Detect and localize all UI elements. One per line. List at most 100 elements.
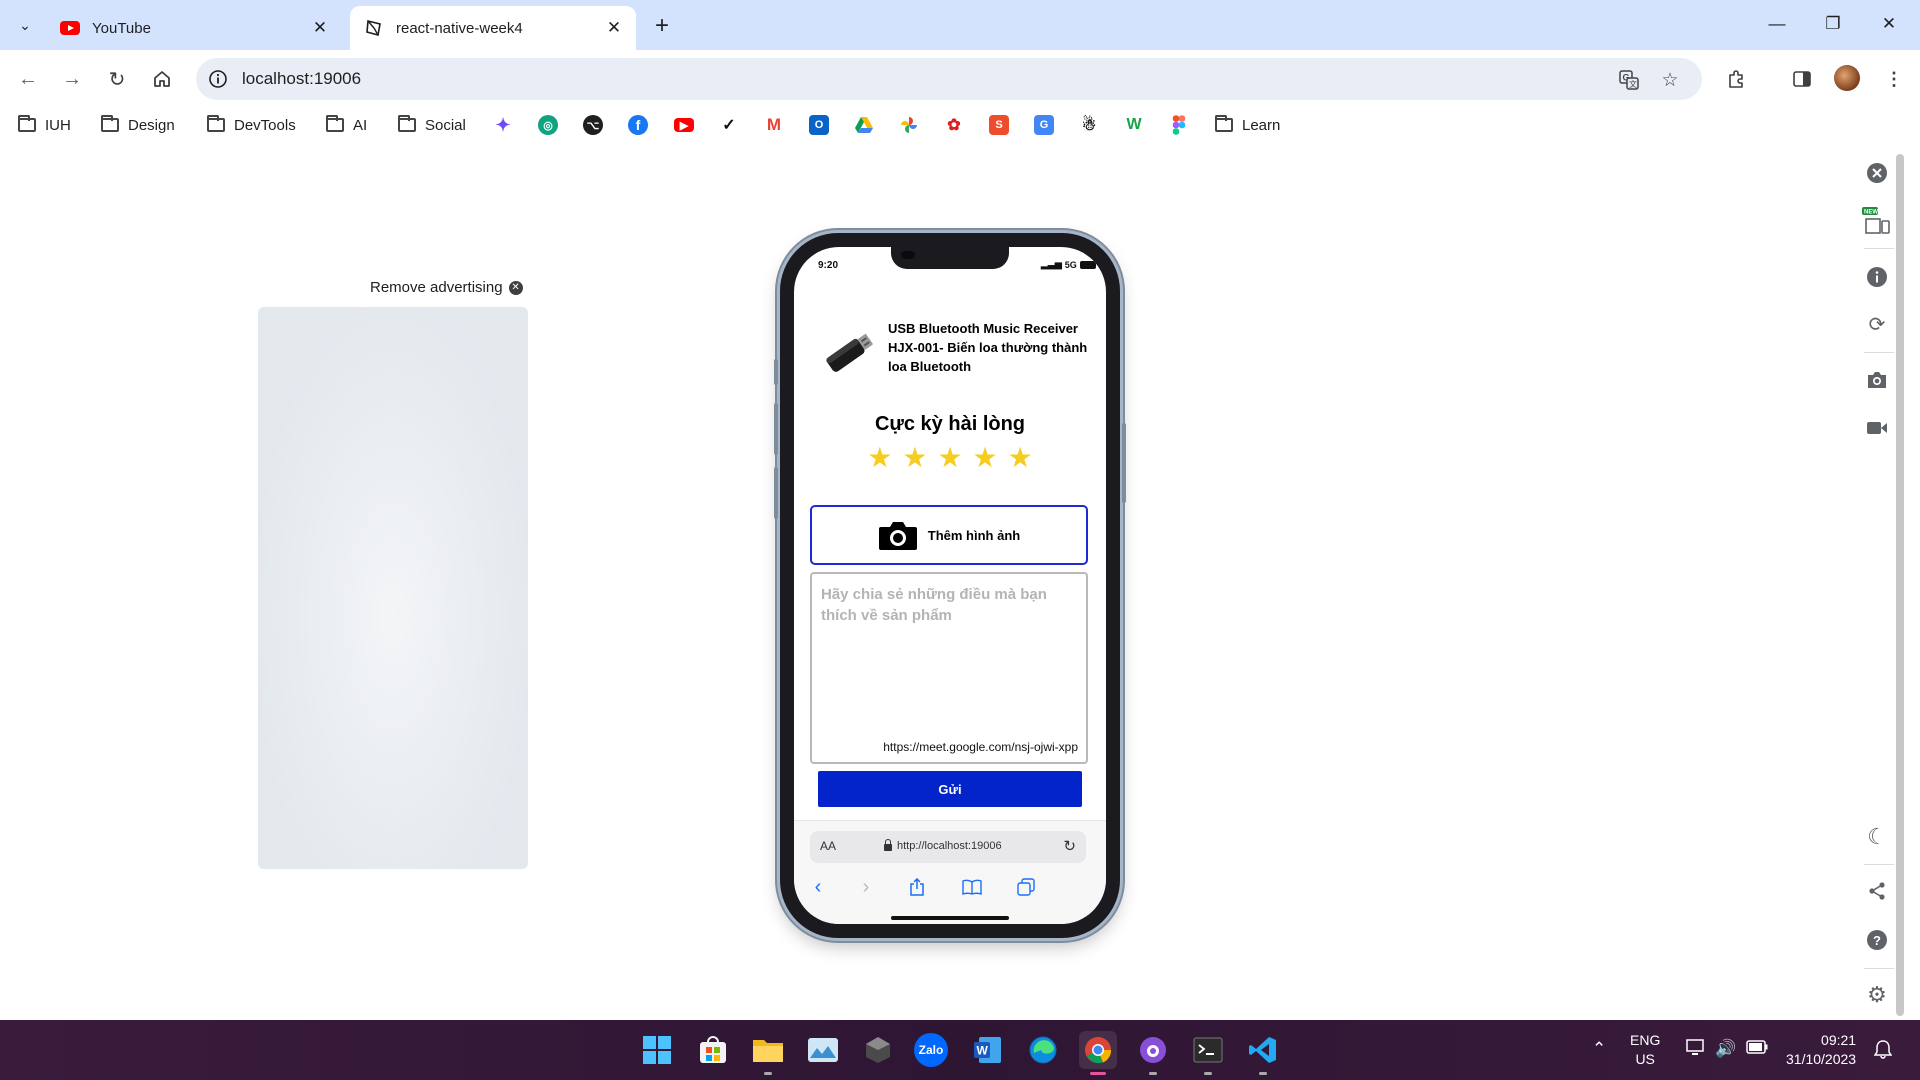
tabs-icon[interactable]	[1012, 875, 1040, 899]
vscode-icon[interactable]	[1244, 1031, 1282, 1075]
profile-avatar[interactable]	[1834, 65, 1860, 91]
new-tab-button[interactable]: +	[648, 12, 676, 40]
chrome-icon[interactable]	[1079, 1031, 1117, 1075]
star-icon[interactable]: ★	[973, 443, 998, 473]
remove-advertising-link[interactable]: Remove advertising ✕	[370, 279, 523, 296]
figma-icon[interactable]	[1169, 115, 1189, 135]
terminal-icon[interactable]	[1189, 1031, 1227, 1075]
unity-icon[interactable]	[859, 1031, 897, 1069]
input-language[interactable]: ENG US	[1630, 1031, 1660, 1069]
reload-icon: ↻	[108, 68, 126, 91]
bookmarks-book-icon[interactable]	[958, 875, 986, 899]
info-icon[interactable]	[1862, 262, 1892, 292]
help-icon[interactable]: ?	[1862, 925, 1892, 955]
nike-icon[interactable]: ✓	[719, 115, 739, 135]
add-photo-button[interactable]: Thêm hình ảnh	[810, 505, 1088, 565]
star-icon[interactable]: ★	[1008, 443, 1033, 473]
safari-back-icon[interactable]: ‹	[804, 875, 832, 899]
google-drive-icon[interactable]	[854, 115, 874, 135]
start-icon[interactable]	[638, 1031, 676, 1069]
shopee-icon[interactable]: S	[989, 115, 1009, 135]
chatgpt-icon[interactable]: ◎	[538, 115, 558, 135]
notification-bell-icon[interactable]	[1873, 1039, 1893, 1064]
bookmark-folder-devtools[interactable]: DevTools	[207, 114, 296, 136]
tab-youtube[interactable]: YouTube ✕	[46, 6, 342, 50]
google-photos-icon[interactable]	[899, 115, 919, 135]
photos-icon[interactable]	[804, 1031, 842, 1069]
extensions-button[interactable]	[1720, 63, 1752, 95]
network-icon[interactable]	[1686, 1039, 1706, 1062]
responsive-new-icon[interactable]: NEW	[1862, 206, 1892, 236]
chevron-down-icon: ⌄	[19, 16, 31, 33]
edge-icon[interactable]	[1024, 1031, 1062, 1069]
gemini-icon[interactable]: ✦	[493, 115, 513, 135]
share-icon[interactable]	[903, 875, 931, 899]
forward-button[interactable]: →	[56, 63, 88, 95]
clock[interactable]: 09:21 31/10/2023	[1786, 1031, 1856, 1069]
menu-button[interactable]: ⋮	[1878, 63, 1910, 95]
back-button[interactable]: ←	[12, 63, 44, 95]
rotate-icon[interactable]: ⟳	[1862, 309, 1892, 339]
settings-icon[interactable]: ⚙	[1862, 980, 1892, 1010]
bookmark-folder-learn[interactable]: Learn	[1215, 114, 1280, 136]
minimize-button[interactable]: —	[1760, 10, 1794, 38]
screenshot-icon[interactable]	[1862, 365, 1892, 395]
google-translate-icon[interactable]: G	[1034, 115, 1054, 135]
zalo-icon[interactable]: Zalo	[914, 1033, 948, 1067]
penguin-icon[interactable]: ☃	[1079, 115, 1099, 135]
store-icon[interactable]	[694, 1031, 732, 1069]
chevron-up-icon[interactable]: ⌃	[1592, 1039, 1606, 1059]
home-button[interactable]	[146, 63, 178, 95]
divider	[1864, 864, 1894, 865]
restore-button[interactable]: ❐	[1816, 10, 1850, 38]
reload-icon[interactable]: ↻	[1063, 837, 1076, 855]
outlook-icon[interactable]: O	[809, 115, 829, 135]
github-desktop-icon[interactable]	[1134, 1031, 1172, 1075]
reload-button[interactable]: ↻	[101, 63, 133, 95]
file-explorer-icon[interactable]	[749, 1031, 787, 1075]
bookmark-folder-ai[interactable]: AI	[326, 114, 367, 136]
window-close-button[interactable]: ✕	[1872, 10, 1906, 38]
star-icon[interactable]: ★	[867, 443, 892, 473]
close-icon[interactable]: ✕	[308, 16, 332, 40]
reader-aa-button[interactable]: AA	[820, 839, 836, 853]
send-button[interactable]: Gửi	[818, 771, 1082, 807]
facebook-icon[interactable]: f	[628, 115, 648, 135]
tab-search-button[interactable]: ⌄	[10, 10, 40, 40]
device-tools-panel: NEW ⟳ ☾ ? ⚙	[1848, 142, 1920, 1020]
close-icon[interactable]: ✕	[602, 16, 626, 40]
star-rating[interactable]: ★ ★ ★ ★ ★	[794, 443, 1106, 473]
bookmark-folder-design[interactable]: Design	[101, 114, 175, 136]
site-info-icon[interactable]	[208, 69, 228, 89]
translate-icon[interactable]: G文	[1616, 67, 1642, 93]
gmail-icon[interactable]: M	[764, 115, 784, 135]
volume-icon[interactable]: 🔊	[1715, 1039, 1736, 1059]
bookmark-folder-social[interactable]: Social	[398, 114, 466, 136]
safari-toolbar: AA http://localhost:19006 ↻ ‹ ›	[794, 820, 1106, 924]
scrollbar[interactable]	[1896, 154, 1904, 1016]
safari-address-bar[interactable]: AA http://localhost:19006 ↻	[810, 831, 1086, 863]
battery-icon[interactable]	[1746, 1039, 1768, 1059]
w-icon[interactable]: W	[1124, 115, 1144, 135]
youtube-icon[interactable]: ▶	[674, 118, 694, 132]
divider	[1864, 352, 1894, 353]
phone-side-button	[1122, 423, 1126, 503]
star-icon[interactable]: ★	[937, 443, 962, 473]
video-icon[interactable]	[1862, 413, 1892, 443]
share-icon[interactable]	[1862, 876, 1892, 906]
close-icon[interactable]	[1862, 158, 1892, 188]
github-icon[interactable]: ⌥	[583, 115, 603, 135]
folder-icon	[18, 115, 36, 132]
address-bar[interactable]: localhost:19006 G文 ☆	[196, 58, 1702, 100]
url-text[interactable]: localhost:19006	[242, 69, 361, 89]
tab-react-native-week4[interactable]: react-native-week4 ✕	[350, 6, 636, 50]
bookmark-folder-iuh[interactable]: IUH	[18, 114, 71, 136]
review-textarea[interactable]: Hãy chia sẻ những điều mà bạn thích về s…	[810, 572, 1088, 764]
side-panel-button[interactable]	[1786, 63, 1818, 95]
dark-mode-icon[interactable]: ☾	[1862, 822, 1892, 852]
huawei-icon[interactable]: ✿	[944, 115, 964, 135]
safari-forward-icon[interactable]: ›	[852, 875, 880, 899]
bookmark-star-icon[interactable]: ☆	[1657, 67, 1683, 93]
star-icon[interactable]: ★	[902, 443, 927, 473]
word-icon[interactable]: W	[969, 1031, 1007, 1069]
